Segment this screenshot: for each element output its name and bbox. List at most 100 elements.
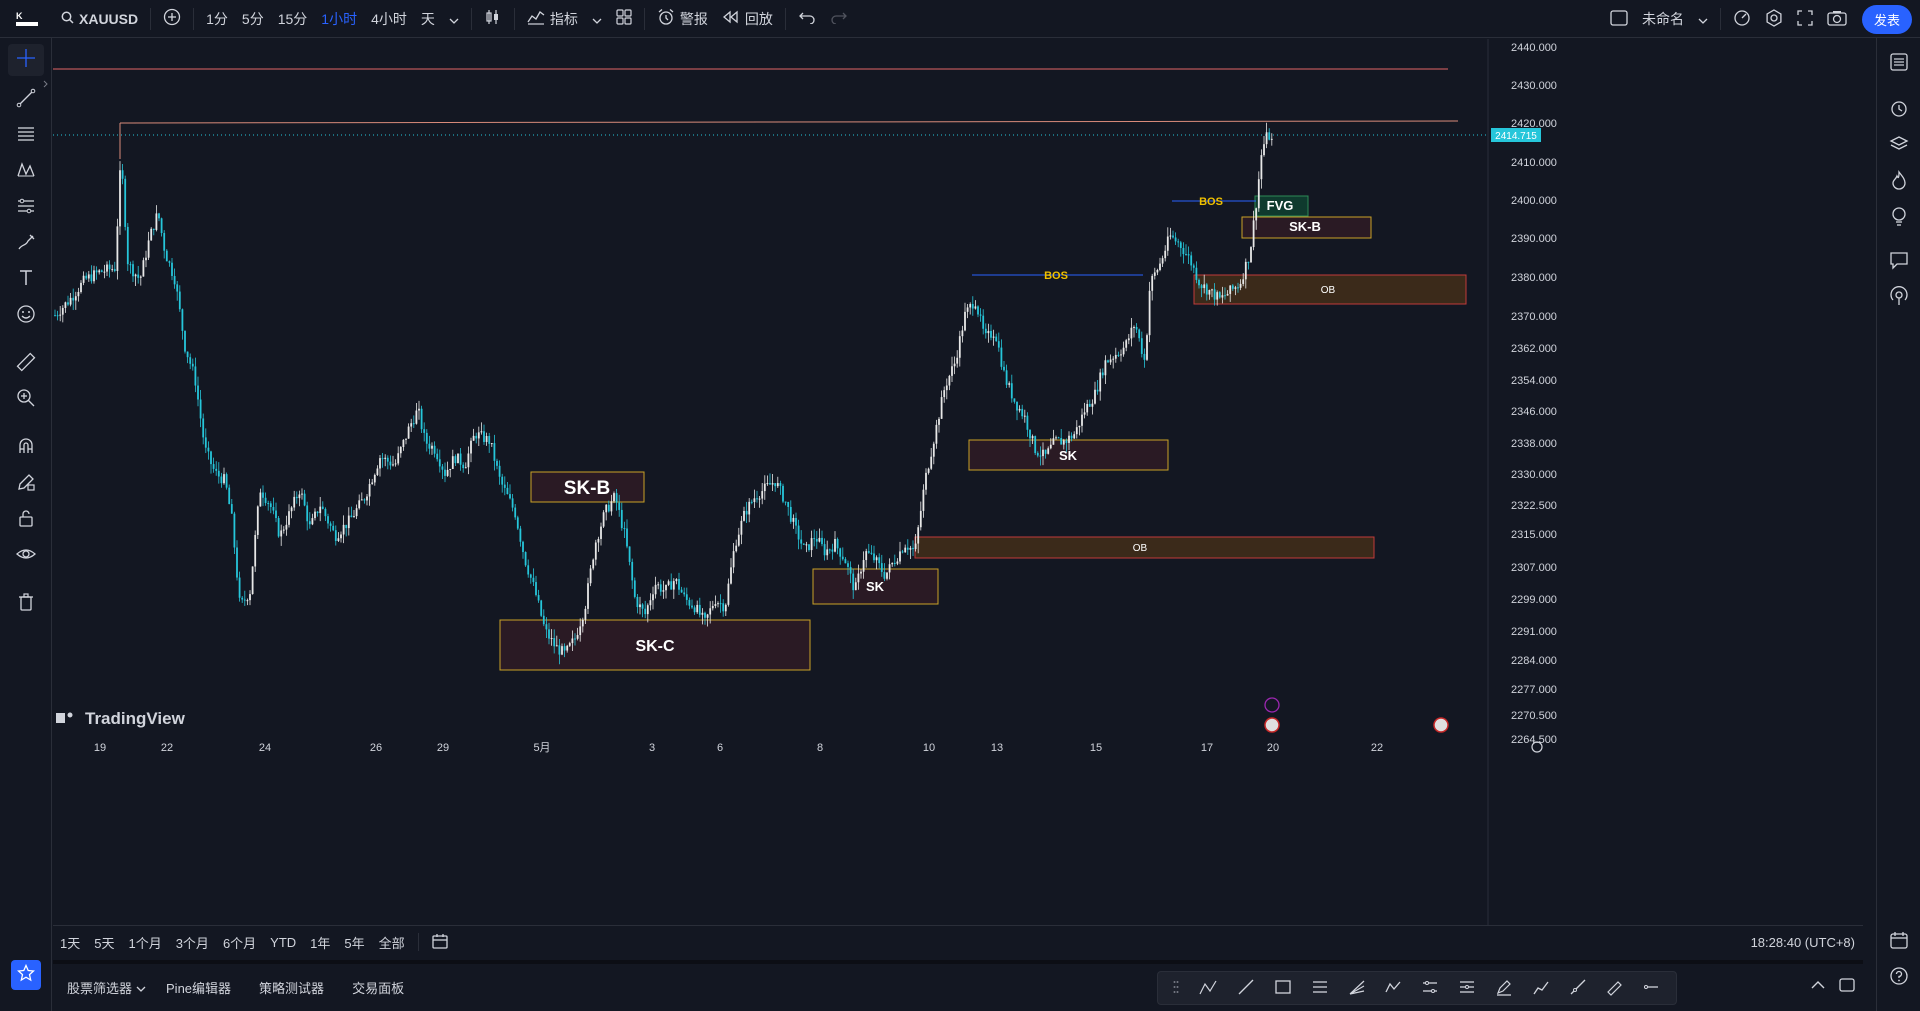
brush-stroke-icon[interactable] xyxy=(1606,978,1624,999)
quick-search-button[interactable] xyxy=(1726,0,1758,38)
trend-line-tool[interactable] xyxy=(8,84,44,116)
range-ytd[interactable]: YTD xyxy=(263,935,303,950)
ideas-button[interactable] xyxy=(1881,200,1917,236)
object-tree-button[interactable] xyxy=(1881,128,1917,164)
alerts-panel-button[interactable] xyxy=(1881,92,1917,128)
horizontal-lines-icon[interactable] xyxy=(1311,978,1329,999)
measure-tool[interactable] xyxy=(8,348,44,380)
candle-body xyxy=(607,504,610,512)
interval-1h[interactable]: 1小时 xyxy=(314,0,364,38)
symbol-search[interactable]: XAUUSD xyxy=(54,0,145,38)
divider xyxy=(470,7,472,30)
us-flag-event-icon[interactable] xyxy=(1264,717,1280,733)
range-1m[interactable]: 1个月 xyxy=(121,933,168,952)
chat-button[interactable] xyxy=(1881,244,1917,280)
highlighter-icon[interactable] xyxy=(1495,978,1513,999)
time-axis-label: 22 xyxy=(161,742,173,754)
arrow-marker-icon[interactable] xyxy=(1532,978,1550,999)
resistance-line-high[interactable] xyxy=(119,120,1459,124)
position-icon[interactable] xyxy=(1458,978,1476,999)
chart-type-button[interactable] xyxy=(477,0,509,38)
interval-4h[interactable]: 4小时 xyxy=(364,0,414,38)
us-flag-event-icon[interactable] xyxy=(1433,717,1449,733)
chevron-down-icon[interactable] xyxy=(136,980,146,995)
candle-body xyxy=(1023,415,1026,417)
redo-button[interactable] xyxy=(823,0,855,38)
snapshot-button[interactable] xyxy=(1820,0,1854,38)
tab-stock-screener[interactable]: 股票筛选器 xyxy=(53,978,146,997)
candle-body xyxy=(540,600,543,616)
chart-canvas[interactable]: 2440.0002430.0002420.0002410.0002400.000… xyxy=(53,39,1863,925)
interval-5m[interactable]: 5分 xyxy=(235,0,271,38)
range-3m[interactable]: 3个月 xyxy=(169,933,216,952)
interval-1d[interactable]: 天 xyxy=(414,0,442,38)
settings-button[interactable] xyxy=(1758,0,1790,38)
candle-body xyxy=(111,269,114,271)
remove-drawings-tool[interactable] xyxy=(8,588,44,620)
range-6m[interactable]: 6个月 xyxy=(216,933,263,952)
price-chart[interactable]: 2440.000 2430.000 2420.000 2410.000 2400.000… xyxy=(53,39,1863,925)
trend-line-icon[interactable] xyxy=(1237,978,1255,999)
layout-select-button[interactable] xyxy=(1603,0,1635,38)
maximize-panel-icon[interactable] xyxy=(1839,978,1855,995)
interval-15m[interactable]: 15分 xyxy=(271,0,315,38)
text-tool[interactable] xyxy=(8,264,44,296)
rectangle-icon[interactable] xyxy=(1274,978,1292,999)
watchlist-button[interactable] xyxy=(1881,46,1917,82)
range-1y[interactable]: 1年 xyxy=(303,933,337,952)
hotlists-button[interactable] xyxy=(1881,164,1917,200)
goto-date-button[interactable] xyxy=(425,933,457,952)
forecast-tool[interactable] xyxy=(8,192,44,224)
drag-handle-icon[interactable] xyxy=(1173,980,1179,997)
replay-button[interactable]: 回放 xyxy=(715,0,780,38)
indicators-dropdown[interactable] xyxy=(585,0,609,38)
keep-drawing-tool[interactable] xyxy=(8,468,44,500)
favorites-button[interactable] xyxy=(11,960,41,990)
pattern-tool[interactable] xyxy=(8,156,44,188)
calendar-button[interactable] xyxy=(1881,924,1917,960)
calendar-icon xyxy=(1889,930,1909,955)
lightning-event-icon[interactable] xyxy=(1264,697,1280,713)
streams-button[interactable] xyxy=(1881,280,1917,316)
interval-1m[interactable]: 1分 xyxy=(199,0,235,38)
candle-body xyxy=(984,328,987,334)
horizontal-ray-icon[interactable] xyxy=(1642,978,1660,999)
parallel-channel-icon[interactable] xyxy=(1421,978,1439,999)
range-5y[interactable]: 5年 xyxy=(337,933,371,952)
magnet-tool[interactable] xyxy=(8,432,44,464)
range-5d[interactable]: 5天 xyxy=(87,933,121,952)
alert-button[interactable]: 警报 xyxy=(650,0,715,38)
publish-button[interactable]: 发表 xyxy=(1861,4,1912,34)
tab-strategy-tester[interactable]: 策略测试器 xyxy=(245,978,338,997)
layout-dropdown[interactable] xyxy=(1691,0,1715,38)
price-axis-label: 2440.000 xyxy=(1511,42,1557,54)
brand-logo[interactable]: K xyxy=(0,0,54,38)
tab-pine-editor[interactable]: Pine编辑器 xyxy=(152,978,245,997)
candle-body xyxy=(719,603,722,605)
brush-tool[interactable] xyxy=(8,228,44,260)
ray-icon[interactable] xyxy=(1569,978,1587,999)
chevron-up-icon[interactable] xyxy=(1811,978,1825,995)
help-button[interactable] xyxy=(1881,960,1917,996)
emoji-tool[interactable] xyxy=(8,300,44,332)
abcd-pattern-icon[interactable] xyxy=(1198,978,1218,999)
compare-symbol-button[interactable] xyxy=(156,0,188,38)
path-icon[interactable] xyxy=(1384,978,1402,999)
crosshair-tool[interactable] xyxy=(8,44,44,76)
zoom-tool[interactable] xyxy=(8,384,44,416)
lock-drawings-tool[interactable] xyxy=(8,504,44,536)
indicators-button[interactable]: 指标 xyxy=(520,0,585,38)
fib-fan-icon[interactable] xyxy=(1348,978,1366,999)
time-clock[interactable]: 18:28:40 (UTC+8) xyxy=(1751,935,1855,950)
layout-name[interactable]: 未命名 xyxy=(1635,0,1691,38)
templates-button[interactable] xyxy=(609,0,639,38)
tab-trading-panel[interactable]: 交易面板 xyxy=(338,978,418,997)
interval-dropdown[interactable] xyxy=(442,0,466,38)
undo-button[interactable] xyxy=(791,0,823,38)
hide-drawings-tool[interactable] xyxy=(8,540,44,572)
candle-body xyxy=(841,556,844,560)
fib-tool[interactable] xyxy=(8,120,44,152)
fullscreen-button[interactable] xyxy=(1790,0,1820,38)
range-all[interactable]: 全部 xyxy=(372,933,412,952)
range-1d[interactable]: 1天 xyxy=(53,933,87,952)
